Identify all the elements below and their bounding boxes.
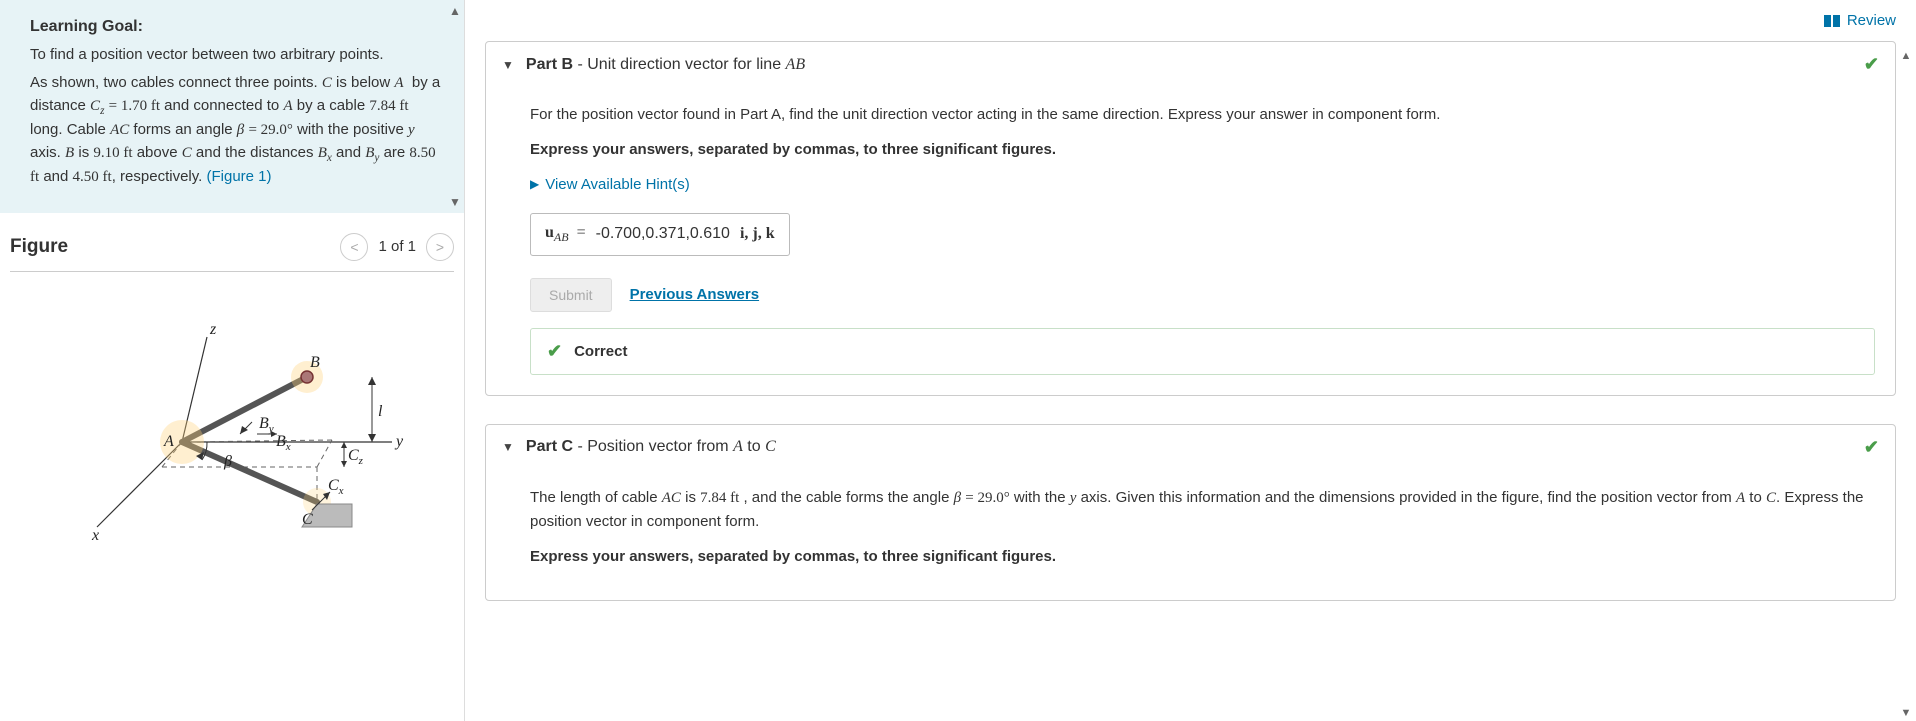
correct-feedback: ✔ Correct xyxy=(530,328,1875,375)
part-c-instruction: Express your answers, separated by comma… xyxy=(530,545,1875,568)
correct-label: Correct xyxy=(574,343,627,360)
figure-title: Figure xyxy=(10,236,68,258)
answer-label: uAB = xyxy=(545,224,586,245)
right-scrollbar[interactable]: ▲ ▼ xyxy=(1898,50,1914,719)
part-c-title: Part C - Position vector from A to C xyxy=(526,438,776,456)
check-icon: ✔ xyxy=(1864,54,1879,75)
answer-value: -0.700,0.371,0.610 xyxy=(596,225,730,243)
book-icon xyxy=(1823,14,1841,28)
svg-text:C: C xyxy=(302,511,313,528)
svg-text:Bx: Bx xyxy=(276,433,291,453)
svg-text:y: y xyxy=(394,433,404,450)
scroll-up-icon[interactable]: ▲ xyxy=(449,4,461,18)
svg-text:β: β xyxy=(223,453,232,470)
scroll-down-icon[interactable]: ▼ xyxy=(449,195,461,209)
previous-answers-link[interactable]: Previous Answers xyxy=(630,286,760,303)
learning-goal-intro: To find a position vector between two ar… xyxy=(30,44,442,66)
figure-section: Figure < 1 of 1 > xyxy=(0,213,464,602)
figure-prev-button[interactable]: < xyxy=(340,233,368,261)
figure-count: 1 of 1 xyxy=(378,238,416,255)
view-hints-link[interactable]: ▶ View Available Hint(s) xyxy=(530,176,1875,193)
svg-text:Cx: Cx xyxy=(328,477,344,497)
check-icon: ✔ xyxy=(547,341,562,362)
learning-goal-title: Learning Goal: xyxy=(30,18,442,36)
scroll-down-icon[interactable]: ▼ xyxy=(1901,707,1912,719)
part-b-box: ▼ Part B - Unit direction vector for lin… xyxy=(485,41,1896,396)
left-panel: Learning Goal: To find a position vector… xyxy=(0,0,465,721)
part-b-description: For the position vector found in Part A,… xyxy=(530,103,1875,126)
svg-text:A: A xyxy=(163,433,174,450)
svg-text:B: B xyxy=(310,354,320,371)
collapse-caret-icon: ▼ xyxy=(502,440,514,454)
hints-label: View Available Hint(s) xyxy=(545,176,690,193)
part-b-header[interactable]: ▼ Part B - Unit direction vector for lin… xyxy=(486,42,1895,87)
right-panel: Review ▼ Part B - Unit direction vector … xyxy=(465,0,1916,721)
figure-svg: z y x A B C l β By Bx Cz Cx xyxy=(52,312,412,572)
left-pane-scrollbar[interactable]: ▲ ▼ xyxy=(446,0,464,213)
answer-display: uAB = -0.700,0.371,0.610 i, j, k xyxy=(530,213,790,256)
svg-text:By: By xyxy=(259,415,274,435)
svg-text:l: l xyxy=(378,403,383,420)
part-b-title: Part B - Unit direction vector for line … xyxy=(526,56,805,74)
part-b-instruction: Express your answers, separated by comma… xyxy=(530,138,1875,161)
part-c-box: ▼ Part C - Position vector from A to C ✔… xyxy=(485,424,1896,602)
answer-unit: i, j, k xyxy=(740,225,775,243)
learning-goal-box: Learning Goal: To find a position vector… xyxy=(0,0,464,213)
part-c-description: The length of cable AC is 7.84 ft , and … xyxy=(530,486,1875,534)
check-icon: ✔ xyxy=(1864,437,1879,458)
submit-button[interactable]: Submit xyxy=(530,278,612,312)
svg-text:x: x xyxy=(91,527,99,544)
collapse-caret-icon: ▼ xyxy=(502,58,514,72)
figure-diagram: z y x A B C l β By Bx Cz Cx xyxy=(10,292,454,592)
svg-text:z: z xyxy=(209,321,217,338)
scroll-up-icon[interactable]: ▲ xyxy=(1901,50,1912,62)
review-link[interactable]: Review xyxy=(1823,12,1896,29)
figure-next-button[interactable]: > xyxy=(426,233,454,261)
review-label: Review xyxy=(1847,12,1896,29)
problem-statement: As shown, two cables connect three point… xyxy=(30,72,442,189)
caret-right-icon: ▶ xyxy=(530,177,539,191)
part-c-header[interactable]: ▼ Part C - Position vector from A to C ✔ xyxy=(486,425,1895,470)
svg-text:Cz: Cz xyxy=(348,447,364,467)
